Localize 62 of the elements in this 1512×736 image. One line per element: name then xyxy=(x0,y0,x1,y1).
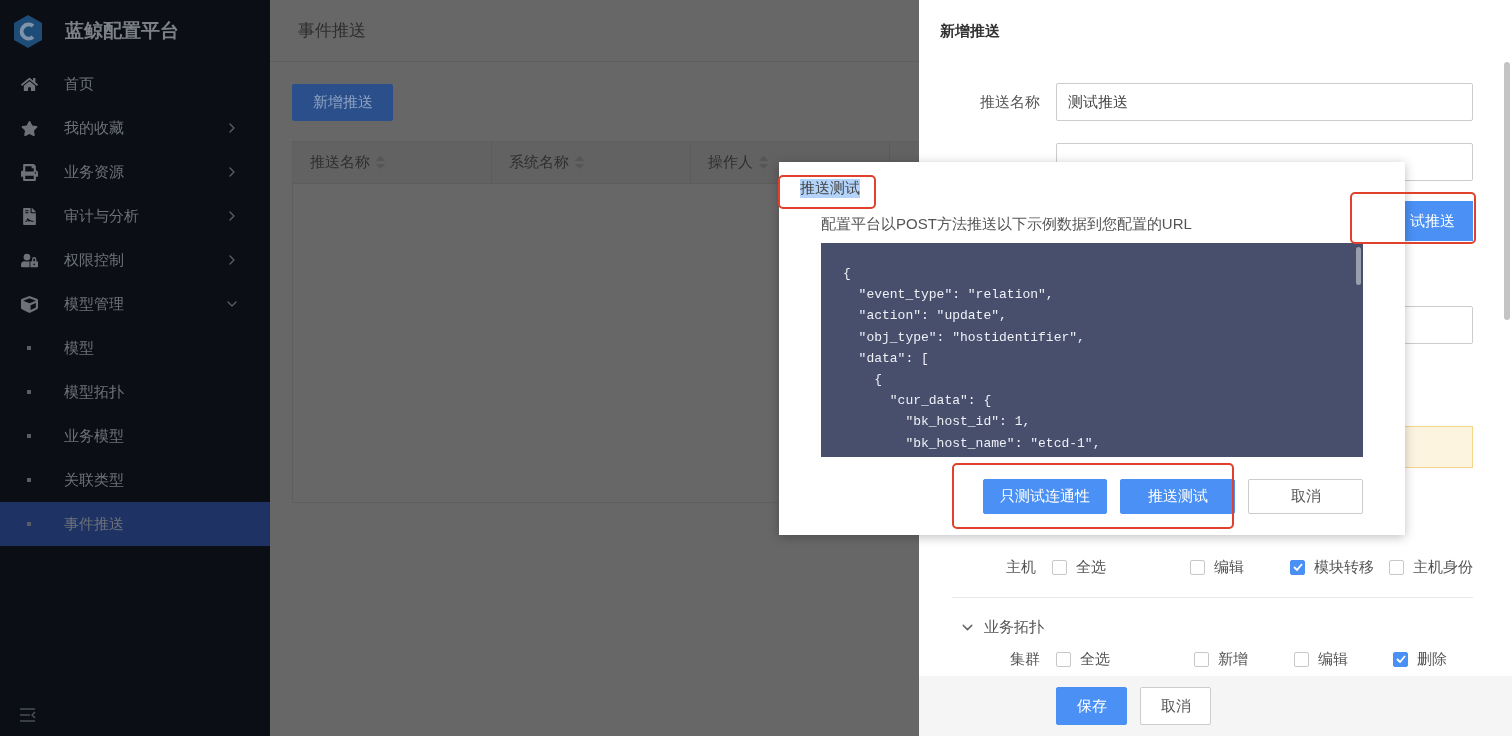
drawer-title: 新增推送 xyxy=(940,21,1000,41)
checkbox[interactable] xyxy=(1190,559,1205,575)
scrollbar[interactable] xyxy=(1356,247,1361,285)
menu-item[interactable]: 业务资源 xyxy=(0,150,270,194)
checkbox-label: 新增 xyxy=(1218,649,1248,669)
checkbox[interactable] xyxy=(1389,559,1404,575)
checkbox[interactable] xyxy=(1393,651,1408,667)
row-label: 集群 xyxy=(1009,649,1040,669)
checkbox-label: 模块转移 xyxy=(1314,557,1374,577)
code-line: "data": [ xyxy=(857,349,929,368)
menu-icon xyxy=(20,207,38,225)
name-input[interactable]: 测试推送 xyxy=(1056,83,1473,121)
app-title: 蓝鲸配置平台 xyxy=(65,19,179,43)
checkbox-label: 全选 xyxy=(1080,649,1110,669)
code-line: "cur_data": { xyxy=(888,392,992,411)
dialog-button[interactable]: 推送测试 xyxy=(1120,479,1235,514)
menu-icon xyxy=(20,75,38,93)
checkbox-label: 全选 xyxy=(1076,557,1106,577)
code-line: { xyxy=(843,265,851,283)
menu-icon xyxy=(20,119,38,137)
menu-item[interactable]: 权限控制 xyxy=(0,238,270,282)
code-line: { xyxy=(873,371,882,389)
menu-item[interactable]: 我的收藏 xyxy=(0,106,270,150)
add-push-button[interactable]: 新增推送 xyxy=(292,84,393,121)
scrollbar[interactable] xyxy=(1504,62,1510,320)
dialog-title: 推送测试 xyxy=(800,179,860,198)
dialog-description: 配置平台以POST方法推送以下示例数据到您配置的URL xyxy=(821,215,1193,234)
checkbox-label: 编辑 xyxy=(1318,649,1348,669)
cancel-button[interactable]: 取消 xyxy=(1140,687,1211,725)
checkbox[interactable] xyxy=(1290,559,1305,575)
menu-item[interactable]: 模型管理 xyxy=(0,282,270,326)
menu-collapse-icon[interactable] xyxy=(20,708,36,722)
menu-icon xyxy=(20,295,38,313)
code-line: "bk_host_id": 1, xyxy=(904,413,1031,432)
menu-item[interactable]: 首页 xyxy=(0,62,270,106)
dialog-button[interactable]: 只测试连通性 xyxy=(983,479,1107,514)
cancel-button[interactable]: 取消 xyxy=(1248,479,1363,514)
submenu-item[interactable]: 关联类型 xyxy=(0,458,270,502)
submenu-item[interactable]: 业务模型 xyxy=(0,414,270,458)
row-label: 主机 xyxy=(1005,557,1036,577)
submenu-item[interactable]: 模型 xyxy=(0,326,270,370)
code-line: "action": "update", xyxy=(857,307,1007,326)
code-line: "event_type": "relation", xyxy=(857,286,1054,305)
checkbox[interactable] xyxy=(1294,651,1309,667)
menu-item[interactable]: 审计与分析 xyxy=(0,194,270,238)
checkbox-label: 删除 xyxy=(1417,649,1447,669)
checkbox[interactable] xyxy=(1194,651,1209,667)
logo-icon xyxy=(13,14,43,48)
checkbox[interactable] xyxy=(1052,559,1067,575)
checkbox-label: 编辑 xyxy=(1214,557,1244,577)
page-title: 事件推送 xyxy=(298,20,366,42)
checkbox[interactable] xyxy=(1056,651,1071,667)
field-label: 推送名称 xyxy=(979,92,1040,112)
section-title: 业务拓扑 xyxy=(984,618,1044,637)
submenu-item[interactable]: 模型拓扑 xyxy=(0,370,270,414)
code-line: "bk_host_name": "etcd-1", xyxy=(904,434,1101,453)
submenu-item[interactable]: 事件推送 xyxy=(0,502,270,546)
save-button[interactable]: 保存 xyxy=(1056,687,1127,725)
menu-icon xyxy=(20,251,38,269)
code-line: "obj_type": "hostidentifier", xyxy=(857,328,1085,347)
menu-icon xyxy=(20,163,38,181)
checkbox-label: 主机身份 xyxy=(1413,557,1473,577)
